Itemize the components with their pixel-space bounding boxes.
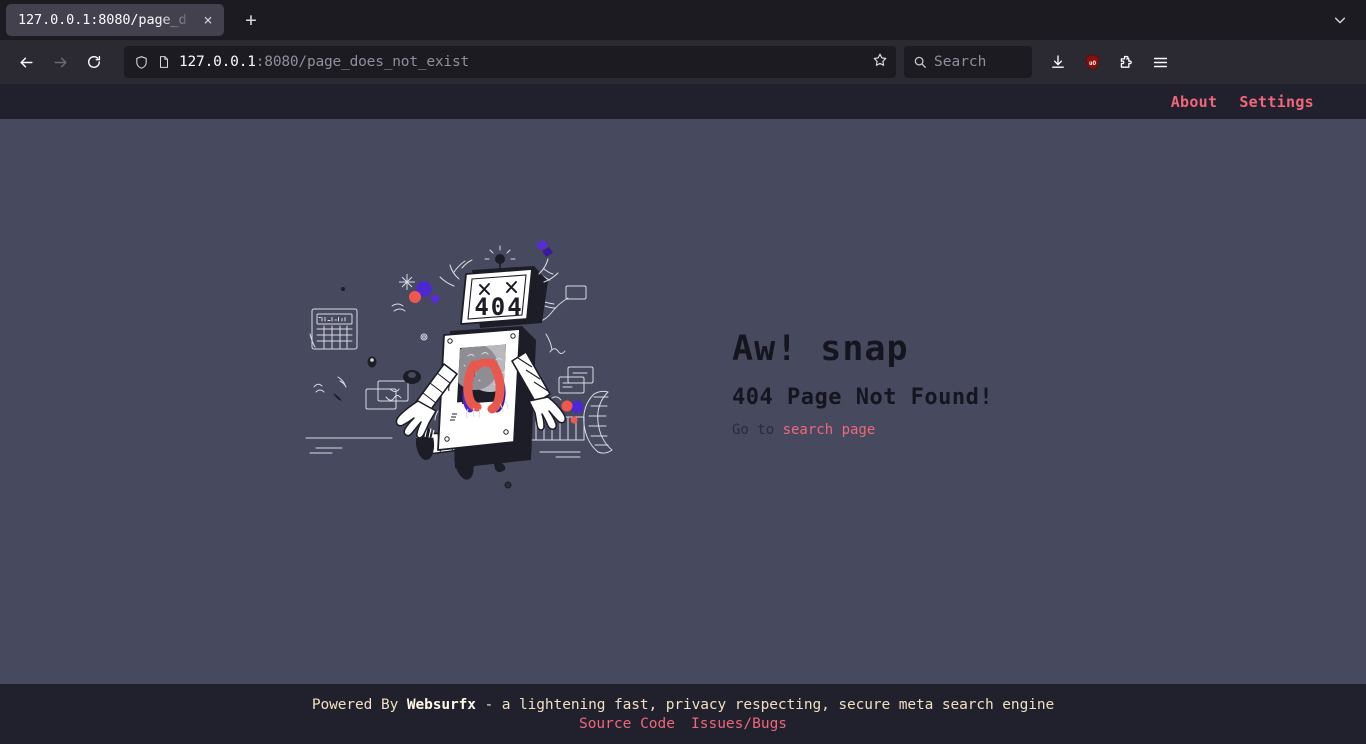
star-icon[interactable]	[872, 52, 888, 72]
browser-toolbar: 127.0.0.1:8080/page_does_not_exist Searc…	[0, 40, 1366, 84]
tracking-protection-shield-icon[interactable]	[134, 55, 149, 70]
footer-tagline-text: - a lightening fast, privacy respecting,…	[475, 696, 1055, 713]
back-arrow-icon[interactable]	[10, 46, 42, 78]
extensions-puzzle-icon[interactable]	[1110, 46, 1142, 78]
ublock-badge-label: uO	[1088, 60, 1096, 66]
toolbar-icon-group: uO	[1042, 46, 1176, 78]
search-placeholder: Search	[934, 54, 987, 70]
error-hint: Go to search page	[732, 422, 1062, 438]
footer-tagline: Powered By Websurfx - a lightening fast,…	[312, 697, 1054, 713]
nav-link-about[interactable]: About	[1171, 93, 1218, 111]
search-bar[interactable]: Search	[904, 46, 1032, 78]
url-bar[interactable]: 127.0.0.1:8080/page_does_not_exist	[124, 46, 896, 78]
footer-link-group: Source Code Issues/Bugs	[579, 716, 787, 732]
robot-screen-404-text: 404	[474, 293, 523, 321]
browser-tab-active[interactable]: 127.0.0.1:8080/page_d ×	[6, 4, 224, 36]
hamburger-menu-icon[interactable]	[1144, 46, 1176, 78]
forward-arrow-icon	[44, 46, 76, 78]
error-message-block: Aw! snap 404 Page Not Found! Go to searc…	[732, 329, 1062, 438]
url-text: 127.0.0.1:8080/page_does_not_exist	[179, 54, 864, 70]
error-hint-prefix: Go to	[732, 422, 783, 438]
search-icon	[913, 55, 927, 69]
footer-link-source-code[interactable]: Source Code	[579, 716, 675, 732]
browser-window: 127.0.0.1:8080/page_d × + 127.0.0.1:8080…	[0, 0, 1366, 744]
tab-title: 127.0.0.1:8080/page_d	[18, 12, 187, 28]
url-host: 127.0.0.1	[179, 54, 256, 70]
new-tab-button[interactable]: +	[236, 5, 266, 35]
close-icon[interactable]: ×	[198, 10, 218, 30]
ublock-origin-shield-icon[interactable]: uO	[1076, 46, 1108, 78]
download-icon[interactable]	[1042, 46, 1074, 78]
footer-link-issues-bugs[interactable]: Issues/Bugs	[691, 716, 787, 732]
error-subtitle: 404 Page Not Found!	[732, 385, 994, 410]
broken-robot-404-illustration: 404	[305, 239, 613, 488]
page-title: Aw! snap	[732, 329, 909, 369]
footer-powered-prefix: Powered By	[311, 696, 407, 713]
url-path: :8080/page_does_not_exist	[255, 54, 470, 70]
nav-link-settings[interactable]: Settings	[1239, 93, 1314, 111]
reload-icon[interactable]	[78, 46, 110, 78]
footer-brand: Websurfx	[406, 696, 476, 713]
site-footer: Powered By Websurfx - a lightening fast,…	[0, 684, 1366, 744]
page-viewport: About Settings 404 Aw! snap 404 Page Not…	[0, 84, 1366, 744]
chevron-down-icon[interactable]	[1328, 8, 1352, 32]
page-document-icon	[157, 55, 171, 69]
search-page-link[interactable]: search page	[783, 422, 876, 438]
tab-strip: 127.0.0.1:8080/page_d × +	[0, 0, 1366, 40]
site-navbar: About Settings	[0, 84, 1366, 119]
error-page-content: 404 Aw! snap 404 Page Not Found! Go to s…	[0, 119, 1366, 684]
